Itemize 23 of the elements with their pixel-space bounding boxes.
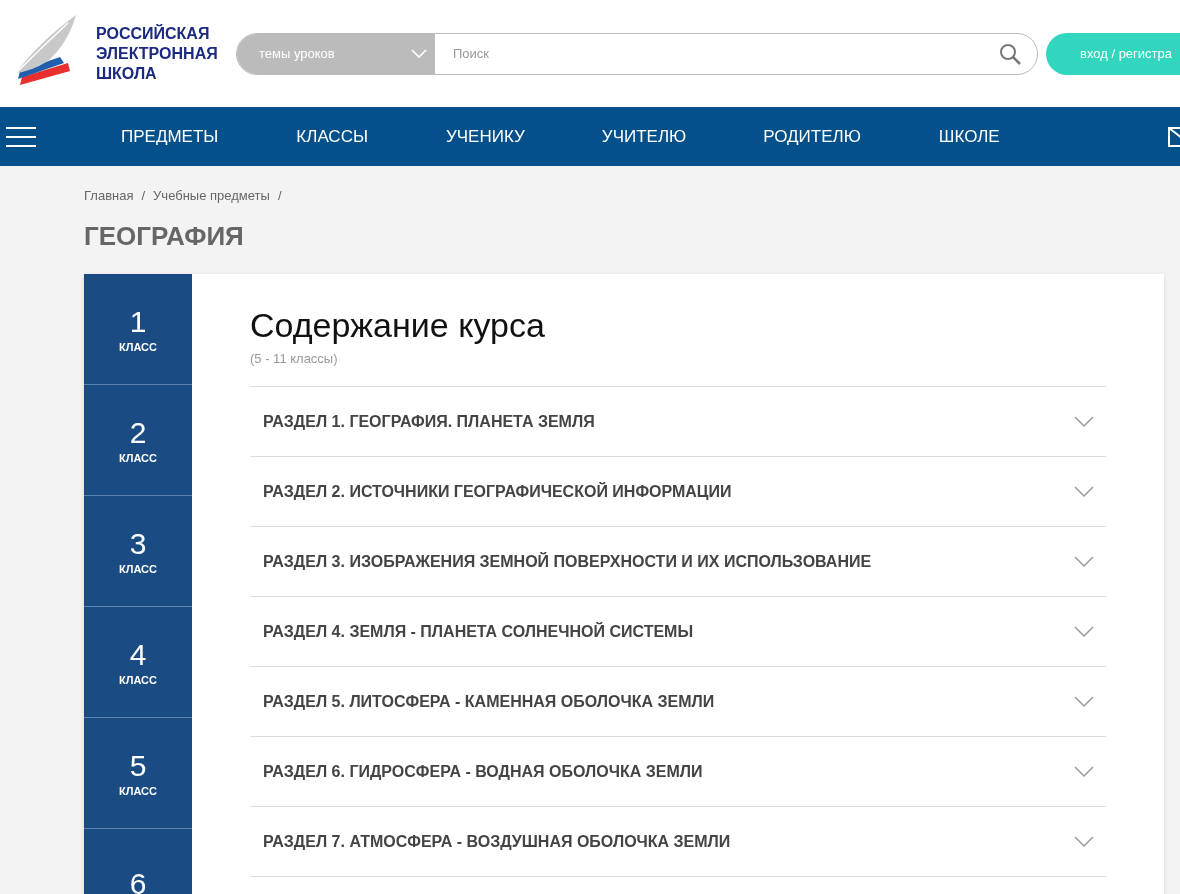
chevron-icon bbox=[411, 48, 427, 59]
breadcrumb-link[interactable]: Учебные предметы bbox=[153, 188, 270, 203]
course-title: Содержание курса bbox=[250, 306, 546, 345]
breadcrumb-separator: / bbox=[277, 188, 282, 203]
grade-tab[interactable]: 1 КЛАСС bbox=[84, 274, 192, 385]
grade-tab[interactable]: 3 КЛАСС bbox=[84, 496, 192, 607]
nav-link[interactable]: УЧИТЕЛЮ bbox=[601, 126, 687, 147]
grade-tab[interactable]: 5 КЛАСС bbox=[84, 718, 192, 829]
search-icon[interactable] bbox=[999, 42, 1021, 65]
breadcrumb-separator: / bbox=[141, 188, 146, 203]
breadcrumb-link[interactable]: Главная bbox=[84, 188, 134, 203]
nav-link[interactable]: ШКОЛЕ bbox=[938, 126, 1000, 147]
nav-link[interactable]: КЛАССЫ bbox=[296, 126, 368, 147]
nav-link[interactable]: УЧЕНИКУ bbox=[446, 126, 525, 147]
grade-tab[interactable]: 2 КЛАСС bbox=[84, 385, 192, 496]
grade-tab[interactable]: 4 КЛАСС bbox=[84, 607, 192, 718]
menu-icon[interactable] bbox=[6, 126, 36, 147]
grade-tab[interactable]: 6 bbox=[84, 829, 192, 894]
nav-link[interactable]: ПРЕДМЕТЫ bbox=[121, 126, 219, 147]
nav-link[interactable]: РОДИТЕЛЮ bbox=[763, 126, 861, 147]
page-title: ГЕОГРАФИЯ bbox=[84, 221, 245, 252]
course-subtitle: (5 - 11 классы) bbox=[250, 351, 339, 366]
site-name[interactable]: РОССИЙСКАЯ ЭЛЕКТРОННАЯ ШКОЛА bbox=[96, 23, 226, 84]
